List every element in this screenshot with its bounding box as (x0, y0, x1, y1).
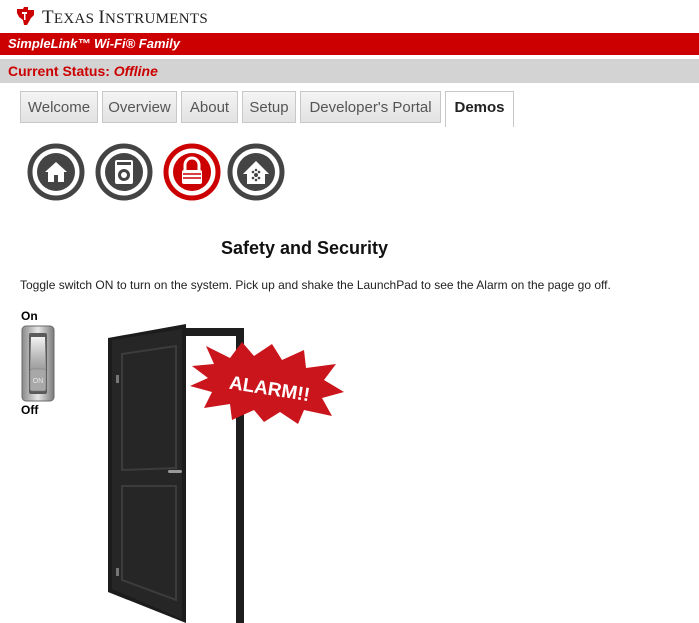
status-bar: Current Status: Offline (0, 59, 699, 83)
tab-welcome[interactable]: Welcome (20, 91, 98, 123)
washer-icon[interactable] (95, 143, 153, 201)
ti-logo-icon (17, 7, 34, 25)
tab-about[interactable]: About (181, 91, 238, 123)
ti-brand-text: TEXAS INSTRUMENTS (42, 7, 208, 28)
status-label: Current Status: Offline (8, 63, 158, 79)
product-bar: SimpleLink™ Wi-Fi® Family (0, 33, 699, 55)
page-heading: Safety and Security (220, 238, 389, 258)
switch-off-label: Off (21, 403, 39, 417)
switch-on-label: On (21, 309, 38, 323)
tab-setup[interactable]: Setup (242, 91, 296, 123)
switch-plate-text: ON (33, 378, 44, 385)
status-value: Offline (113, 63, 158, 79)
product-title: SimpleLink™ Wi-Fi® Family (8, 36, 180, 51)
tab-demos[interactable]: Demos (445, 91, 514, 127)
house-snowflake-icon[interactable] (227, 143, 285, 201)
toggle-switch[interactable]: ON (21, 325, 55, 402)
ti-header: TEXAS INSTRUMENTS (0, 0, 699, 31)
instructions-text: Toggle switch ON to turn on the system. … (20, 278, 611, 292)
padlock-icon[interactable] (163, 143, 221, 201)
alarm-burst-icon: ALARM!! (190, 342, 344, 424)
home-icon[interactable] (27, 143, 85, 201)
tab-overview[interactable]: Overview (102, 91, 177, 123)
tab-developers-portal[interactable]: Developer's Portal (300, 91, 441, 123)
